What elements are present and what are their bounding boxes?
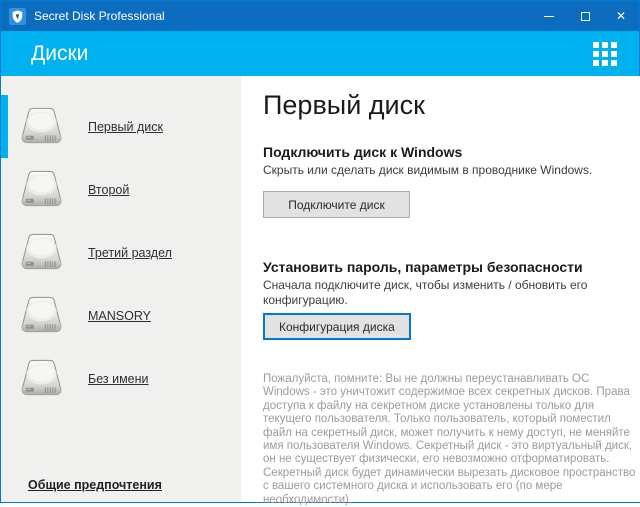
sidebar-item-label[interactable]: Второй <box>88 183 129 197</box>
section-description: Сначала подключите диск, чтобы изменить … <box>263 278 588 307</box>
section-heading: Подключить диск к Windows <box>263 144 463 160</box>
hard-disk-icon <box>19 294 64 337</box>
disk-detail-panel: Первый диск Подключить диск к Windows Ск… <box>241 76 640 506</box>
titlebar: Secret Disk Professional ✕ <box>1 1 639 31</box>
app-shield-icon <box>9 7 26 25</box>
maximize-icon <box>580 11 590 21</box>
disk-title: Первый диск <box>263 90 425 120</box>
maximize-button[interactable] <box>567 1 603 31</box>
sidebar-item-label[interactable]: Третий раздел <box>88 246 172 260</box>
sidebar-item-label[interactable]: Первый диск <box>88 120 163 134</box>
hard-disk-icon <box>19 105 64 148</box>
sidebar-item-disk-2[interactable]: Второй <box>1 158 241 221</box>
sidebar-item-disk-1[interactable]: Первый диск <box>1 95 241 158</box>
sidebar-item-disk-3[interactable]: Третий раздел <box>1 221 241 284</box>
sidebar-item-label[interactable]: Без имени <box>88 372 149 386</box>
general-preferences-link[interactable]: Общие предпочтения <box>28 478 162 492</box>
section-description: Скрыть или сделать диск видимым в провод… <box>263 163 593 177</box>
hard-disk-icon <box>19 168 64 211</box>
hard-disk-icon <box>19 231 64 274</box>
minimize-button[interactable] <box>531 1 567 31</box>
connect-disk-button[interactable]: Подключите диск <box>263 191 410 218</box>
page-title: Диски <box>31 41 89 65</box>
close-icon: ✕ <box>615 9 627 23</box>
disclaimer-text: Пожалуйста, помните: Вы не должны переус… <box>263 373 636 506</box>
sidebar-item-disk-4[interactable]: MANSORY <box>1 284 241 347</box>
disk-sidebar: Первый диск Второй Третий раздел MANSORY <box>1 76 241 502</box>
page-header: Диски <box>1 31 639 76</box>
sidebar-item-label[interactable]: MANSORY <box>88 309 151 323</box>
section-heading: Установить пароль, параметры безопасност… <box>263 259 583 275</box>
apps-grid-icon[interactable] <box>593 41 617 66</box>
content-area: Первый диск Второй Третий раздел MANSORY <box>1 76 640 506</box>
close-button[interactable]: ✕ <box>603 1 639 31</box>
sidebar-item-disk-5[interactable]: Без имени <box>1 347 241 410</box>
minimize-icon <box>544 15 554 17</box>
selected-indicator <box>1 95 8 158</box>
hard-disk-icon <box>19 357 64 400</box>
connect-disk-section: Подключить диск к Windows Скрыть или сде… <box>263 143 637 218</box>
disk-configuration-button[interactable]: Конфигурация диска <box>263 313 411 340</box>
security-config-section: Установить пароль, параметры безопасност… <box>263 258 637 340</box>
app-window: Secret Disk Professional ✕ Диски Первый … <box>0 0 640 506</box>
window-title: Secret Disk Professional <box>34 9 165 23</box>
